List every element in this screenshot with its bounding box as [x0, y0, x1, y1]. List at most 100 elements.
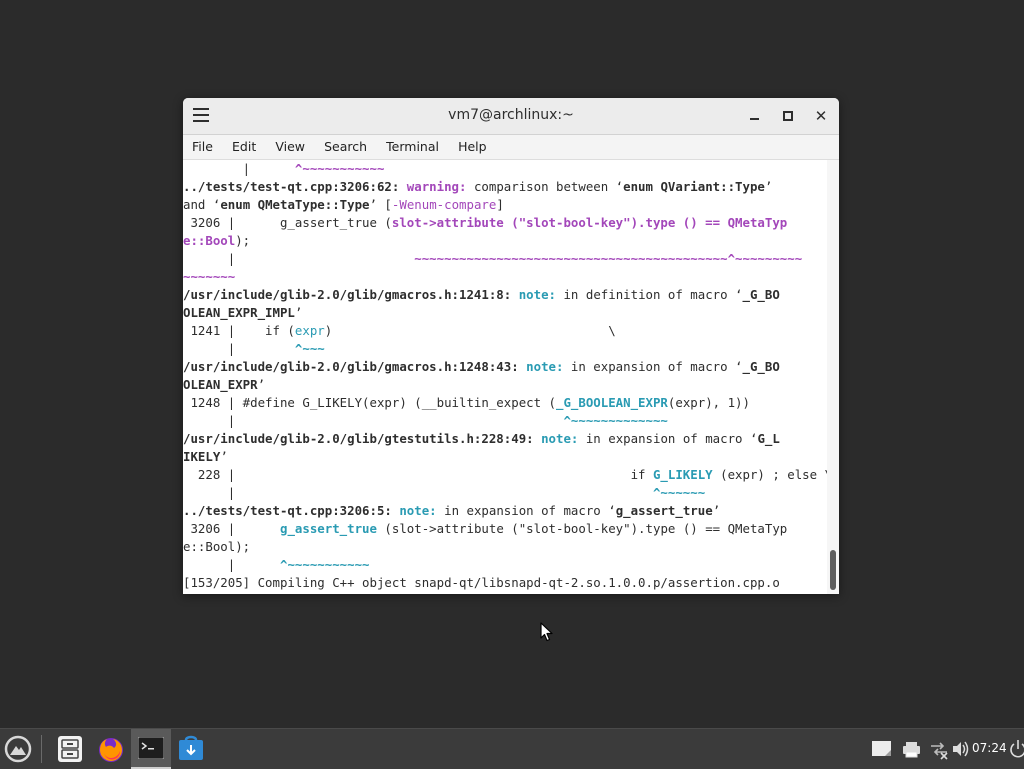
terminal-text: 3206 | g_assert_true (	[183, 215, 392, 230]
file-manager-icon[interactable]	[54, 733, 86, 765]
menu-terminal[interactable]: Terminal	[380, 135, 445, 159]
terminal-text: G_L	[757, 431, 780, 446]
terminal-text: ’	[257, 377, 266, 392]
terminal-text: ’	[712, 503, 721, 518]
terminal-text: ^~~~~~~~~~~~~~	[563, 413, 668, 428]
terminal-text: OLEAN_EXPR	[183, 377, 258, 392]
terminal-text: _G_BO	[742, 359, 780, 374]
terminal-line: e::Bool);	[183, 538, 827, 556]
printer-icon[interactable]	[902, 729, 922, 769]
terminal-text: |	[183, 413, 564, 428]
terminal-line: | ^~~~~~~	[183, 484, 827, 502]
app-menu-icon[interactable]	[2, 733, 34, 765]
terminal-line: 228 | if G_LIKELY (expr) ; else \	[183, 466, 827, 484]
terminal-line: | ~~~~~~~~~~~~~~~~~~~~~~~~~~~~~~~~~~~~~~…	[183, 250, 827, 268]
terminal-text: /usr/include/glib-2.0/glib/gmacros.h:124…	[183, 359, 527, 374]
terminal-text: comparison between ‘	[466, 179, 624, 194]
terminal-text: );	[235, 233, 251, 248]
terminal-icon	[138, 737, 164, 759]
terminal-line: 3206 | g_assert_true (slot->attribute ("…	[183, 520, 827, 538]
terminal-text: ~~~~~~~	[183, 269, 236, 284]
terminal-text: ’ [	[369, 197, 392, 212]
terminal-line: | ^~~~	[183, 340, 827, 358]
terminal-line: 1241 | if (expr) \	[183, 322, 827, 340]
terminal-text: |	[183, 485, 653, 500]
terminal-text: in definition of macro ‘	[556, 287, 743, 302]
terminal-text: ../tests/test-qt.cpp:3206:62:	[183, 179, 407, 194]
software-store-icon[interactable]	[175, 733, 207, 765]
scrollbar[interactable]	[827, 160, 839, 594]
terminal-line: ../tests/test-qt.cpp:3206:62: warning: c…	[183, 178, 827, 196]
terminal-text: (expr), 1))	[667, 395, 750, 410]
terminal-text: ^~~~~~~	[652, 485, 706, 500]
terminal-text: slot->attribute ("slot-bool-key").type (…	[391, 215, 788, 230]
terminal-text: ^~~~~~~~~~~~	[279, 557, 370, 572]
terminal-text: in expansion of macro ‘	[436, 503, 616, 518]
terminal-text: ’	[294, 305, 303, 320]
terminal-text: _G_BOOLEAN_EXPR	[556, 395, 668, 410]
close-button[interactable]: ✕	[812, 107, 830, 125]
terminal-text: enum QVariant::Type	[623, 179, 765, 194]
volume-icon[interactable]	[951, 729, 971, 769]
terminal-text: ’	[220, 449, 228, 464]
terminal-window[interactable]: vm7@archlinux:~ ✕ File Edit View Search …	[183, 98, 839, 594]
terminal-text: in expansion of macro ‘	[563, 359, 743, 374]
terminal-line: /usr/include/glib-2.0/glib/gtestutils.h:…	[183, 430, 827, 448]
terminal-line: e::Bool);	[183, 232, 827, 250]
terminal-text: e::Bool	[183, 233, 236, 248]
terminal-text: |	[183, 557, 280, 572]
terminal-text: ) \	[324, 323, 616, 338]
terminal-text: OLEAN_EXPR_IMPL	[183, 305, 295, 320]
terminal-text: |	[183, 251, 415, 266]
title-bar[interactable]: vm7@archlinux:~ ✕	[183, 98, 839, 135]
power-icon[interactable]	[1010, 729, 1024, 769]
window-title: vm7@archlinux:~	[448, 107, 574, 123]
terminal-line: OLEAN_EXPR’	[183, 376, 827, 394]
terminal-text: 228 | if	[183, 467, 653, 482]
menu-edit[interactable]: Edit	[226, 135, 262, 159]
network-disconnected-icon[interactable]	[929, 729, 949, 769]
terminal-line: ../tests/test-qt.cpp:3206:5: note: in ex…	[183, 502, 827, 520]
menu-search[interactable]: Search	[318, 135, 373, 159]
menu-help[interactable]: Help	[452, 135, 493, 159]
terminal-text: IKELY	[183, 449, 221, 464]
terminal-line: 3206 | g_assert_true (slot->attribute ("…	[183, 214, 827, 232]
taskbar-separator	[41, 735, 42, 763]
terminal-text: note:	[541, 431, 579, 446]
terminal-line: [153/205] Compiling C++ object snapd-qt/…	[183, 574, 827, 592]
menu-file[interactable]: File	[186, 135, 219, 159]
firefox-icon[interactable]	[95, 733, 127, 765]
mouse-pointer-icon	[540, 622, 553, 642]
scrollbar-thumb[interactable]	[830, 550, 836, 590]
terminal-line: and ‘enum QMetaType::Type’ [-Wenum-compa…	[183, 196, 827, 214]
taskbar-terminal-button[interactable]	[131, 729, 171, 769]
terminal-output[interactable]: | ^~~~~~~~~~~~ ../tests/test-qt.cpp:3206:…	[183, 160, 827, 594]
terminal-text: in expansion of macro ‘	[578, 431, 758, 446]
terminal-line: | ^~~~~~~~~~~~	[183, 160, 827, 178]
terminal-text: g_assert_true	[279, 521, 377, 536]
terminal-text: /usr/include/glib-2.0/glib/gmacros.h:124…	[183, 287, 519, 302]
terminal-text: note:	[399, 503, 437, 518]
notes-tray-icon[interactable]	[870, 729, 894, 769]
terminal-line: IKELY’	[183, 448, 827, 466]
terminal-line: ~~~~~~~	[183, 268, 827, 286]
terminal-text: ../tests/test-qt.cpp:3206:5:	[183, 503, 400, 518]
terminal-text: ’	[764, 179, 773, 194]
terminal-line: /usr/include/glib-2.0/glib/gmacros.h:124…	[183, 358, 827, 376]
terminal-line: OLEAN_EXPR_IMPL’	[183, 304, 827, 322]
terminal-text: /usr/include/glib-2.0/glib/gtestutils.h:…	[183, 431, 542, 446]
terminal-text: note:	[526, 359, 564, 374]
terminal-text: |	[183, 161, 295, 176]
terminal-text: ]	[496, 197, 504, 212]
menu-bar: File Edit View Search Terminal Help	[183, 135, 839, 160]
terminal-text: note:	[518, 287, 557, 302]
terminal-text: ^~~~~~~~~~~~	[294, 161, 385, 176]
terminal-line: | ^~~~~~~~~~~~	[183, 556, 827, 574]
minimize-button[interactable]	[745, 107, 763, 125]
maximize-button[interactable]	[779, 107, 797, 125]
menu-view[interactable]: View	[269, 135, 311, 159]
terminal-text: g_assert_true	[615, 503, 713, 518]
terminal-line: | ^~~~~~~~~~~~~~	[183, 412, 827, 430]
terminal-text: expr	[294, 323, 325, 338]
clock[interactable]: 07:24	[972, 741, 1007, 755]
